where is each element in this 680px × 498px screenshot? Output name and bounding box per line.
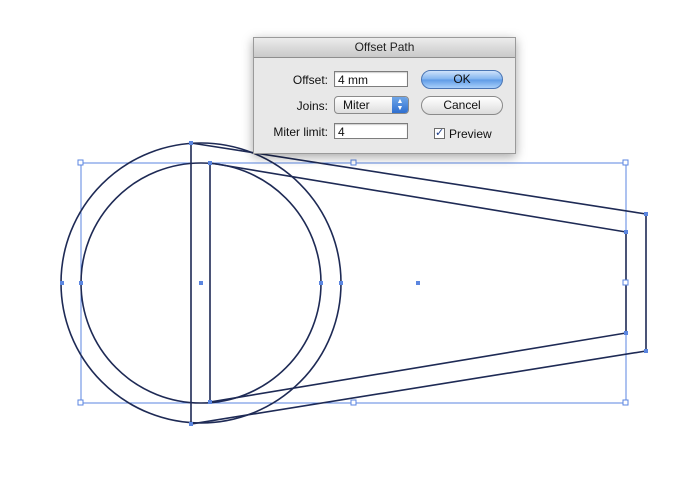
preview-checkbox[interactable]: ✓ <box>434 128 445 139</box>
miter-limit-label: Miter limit: <box>273 125 328 139</box>
preview-label[interactable]: Preview <box>449 127 492 141</box>
joins-select-value: Miter <box>343 98 370 112</box>
offset-input[interactable]: 4 mm <box>334 71 408 87</box>
handle-bottom-right <box>622 399 629 406</box>
miter-limit-input[interactable]: 4 <box>334 123 408 139</box>
handle-top-left <box>77 159 84 166</box>
anchor-point <box>208 161 212 165</box>
anchor-point <box>339 281 343 285</box>
anchor-point <box>189 141 193 145</box>
offset-path-dialog: Offset Path Offset: 4 mm Joins: Miter ▲ ▼… <box>253 37 516 154</box>
anchor-point <box>624 230 628 234</box>
anchor-point <box>624 331 628 335</box>
anchor-point <box>416 281 420 285</box>
joins-select[interactable]: Miter ▲ ▼ <box>334 96 409 114</box>
cancel-button[interactable]: Cancel <box>421 96 503 115</box>
anchor-point <box>199 281 203 285</box>
dialog-title[interactable]: Offset Path <box>254 38 515 58</box>
anchor-point <box>319 281 323 285</box>
handle-top-mid <box>350 159 357 166</box>
anchor-point <box>208 400 212 404</box>
anchor-point <box>79 281 83 285</box>
ok-button[interactable]: OK <box>421 70 503 89</box>
check-icon: ✓ <box>435 127 445 139</box>
anchor-point <box>644 212 648 216</box>
handle-top-right <box>622 159 629 166</box>
offset-label: Offset: <box>292 73 328 87</box>
handle-bottom-left <box>77 399 84 406</box>
anchor-point <box>189 422 193 426</box>
up-down-arrows-icon: ▲ ▼ <box>392 97 408 113</box>
handle-mid-right <box>622 279 629 286</box>
handle-bottom-mid <box>350 399 357 406</box>
anchor-points[interactable] <box>60 141 648 426</box>
anchor-point <box>60 281 64 285</box>
selection-handles[interactable] <box>77 159 629 406</box>
anchor-point <box>644 349 648 353</box>
joins-label: Joins: <box>296 99 328 113</box>
